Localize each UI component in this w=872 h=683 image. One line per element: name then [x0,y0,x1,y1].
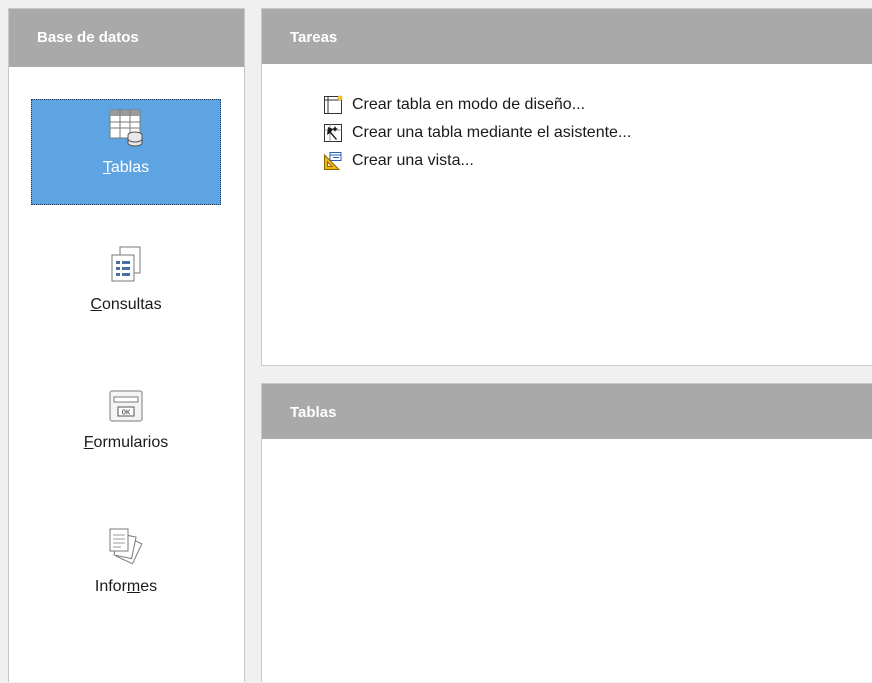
task-label: Crear una vista... [352,152,474,169]
sidebar-item-label: Informes [94,578,158,595]
create-view-icon [322,150,344,172]
reports-icon [106,525,146,572]
tables-icon [108,108,144,153]
queries-icon [108,245,144,290]
database-sidebar: Base de datos Tablas Consultas OK Formul… [8,8,245,682]
sidebar-item-label: Formularios [83,434,169,451]
task-create-view[interactable]: Crear una vista... [322,147,872,175]
sidebar-item-tables[interactable]: Tablas [31,99,221,205]
sidebar-item-reports[interactable]: Informes [31,525,221,629]
task-create-table-wizard[interactable]: Crear una tabla mediante el asistente... [322,119,872,147]
tables-header: Tablas [262,384,872,439]
sidebar-item-queries[interactable]: Consultas [31,245,221,349]
sidebar-header: Base de datos [9,9,244,67]
svg-text:OK: OK [122,409,131,417]
forms-icon: OK [108,389,144,428]
task-label: Crear tabla en modo de diseño... [352,96,586,113]
wizard-icon [322,122,344,144]
task-list: Crear tabla en modo de diseño... Crear u… [262,64,872,175]
sidebar-item-label: Consultas [90,296,162,313]
sidebar-item-label: Tablas [102,159,150,176]
tables-list-area[interactable] [262,439,872,683]
design-table-icon [322,94,344,116]
task-label: Crear una tabla mediante el asistente... [352,124,632,141]
task-create-table-design[interactable]: Crear tabla en modo de diseño... [322,91,872,119]
sidebar-item-forms[interactable]: OK Formularios [31,389,221,493]
tasks-panel: Tareas Crear tabla en modo de diseño... [261,8,872,366]
tasks-header: Tareas [262,9,872,64]
tables-panel: Tablas [261,383,872,682]
